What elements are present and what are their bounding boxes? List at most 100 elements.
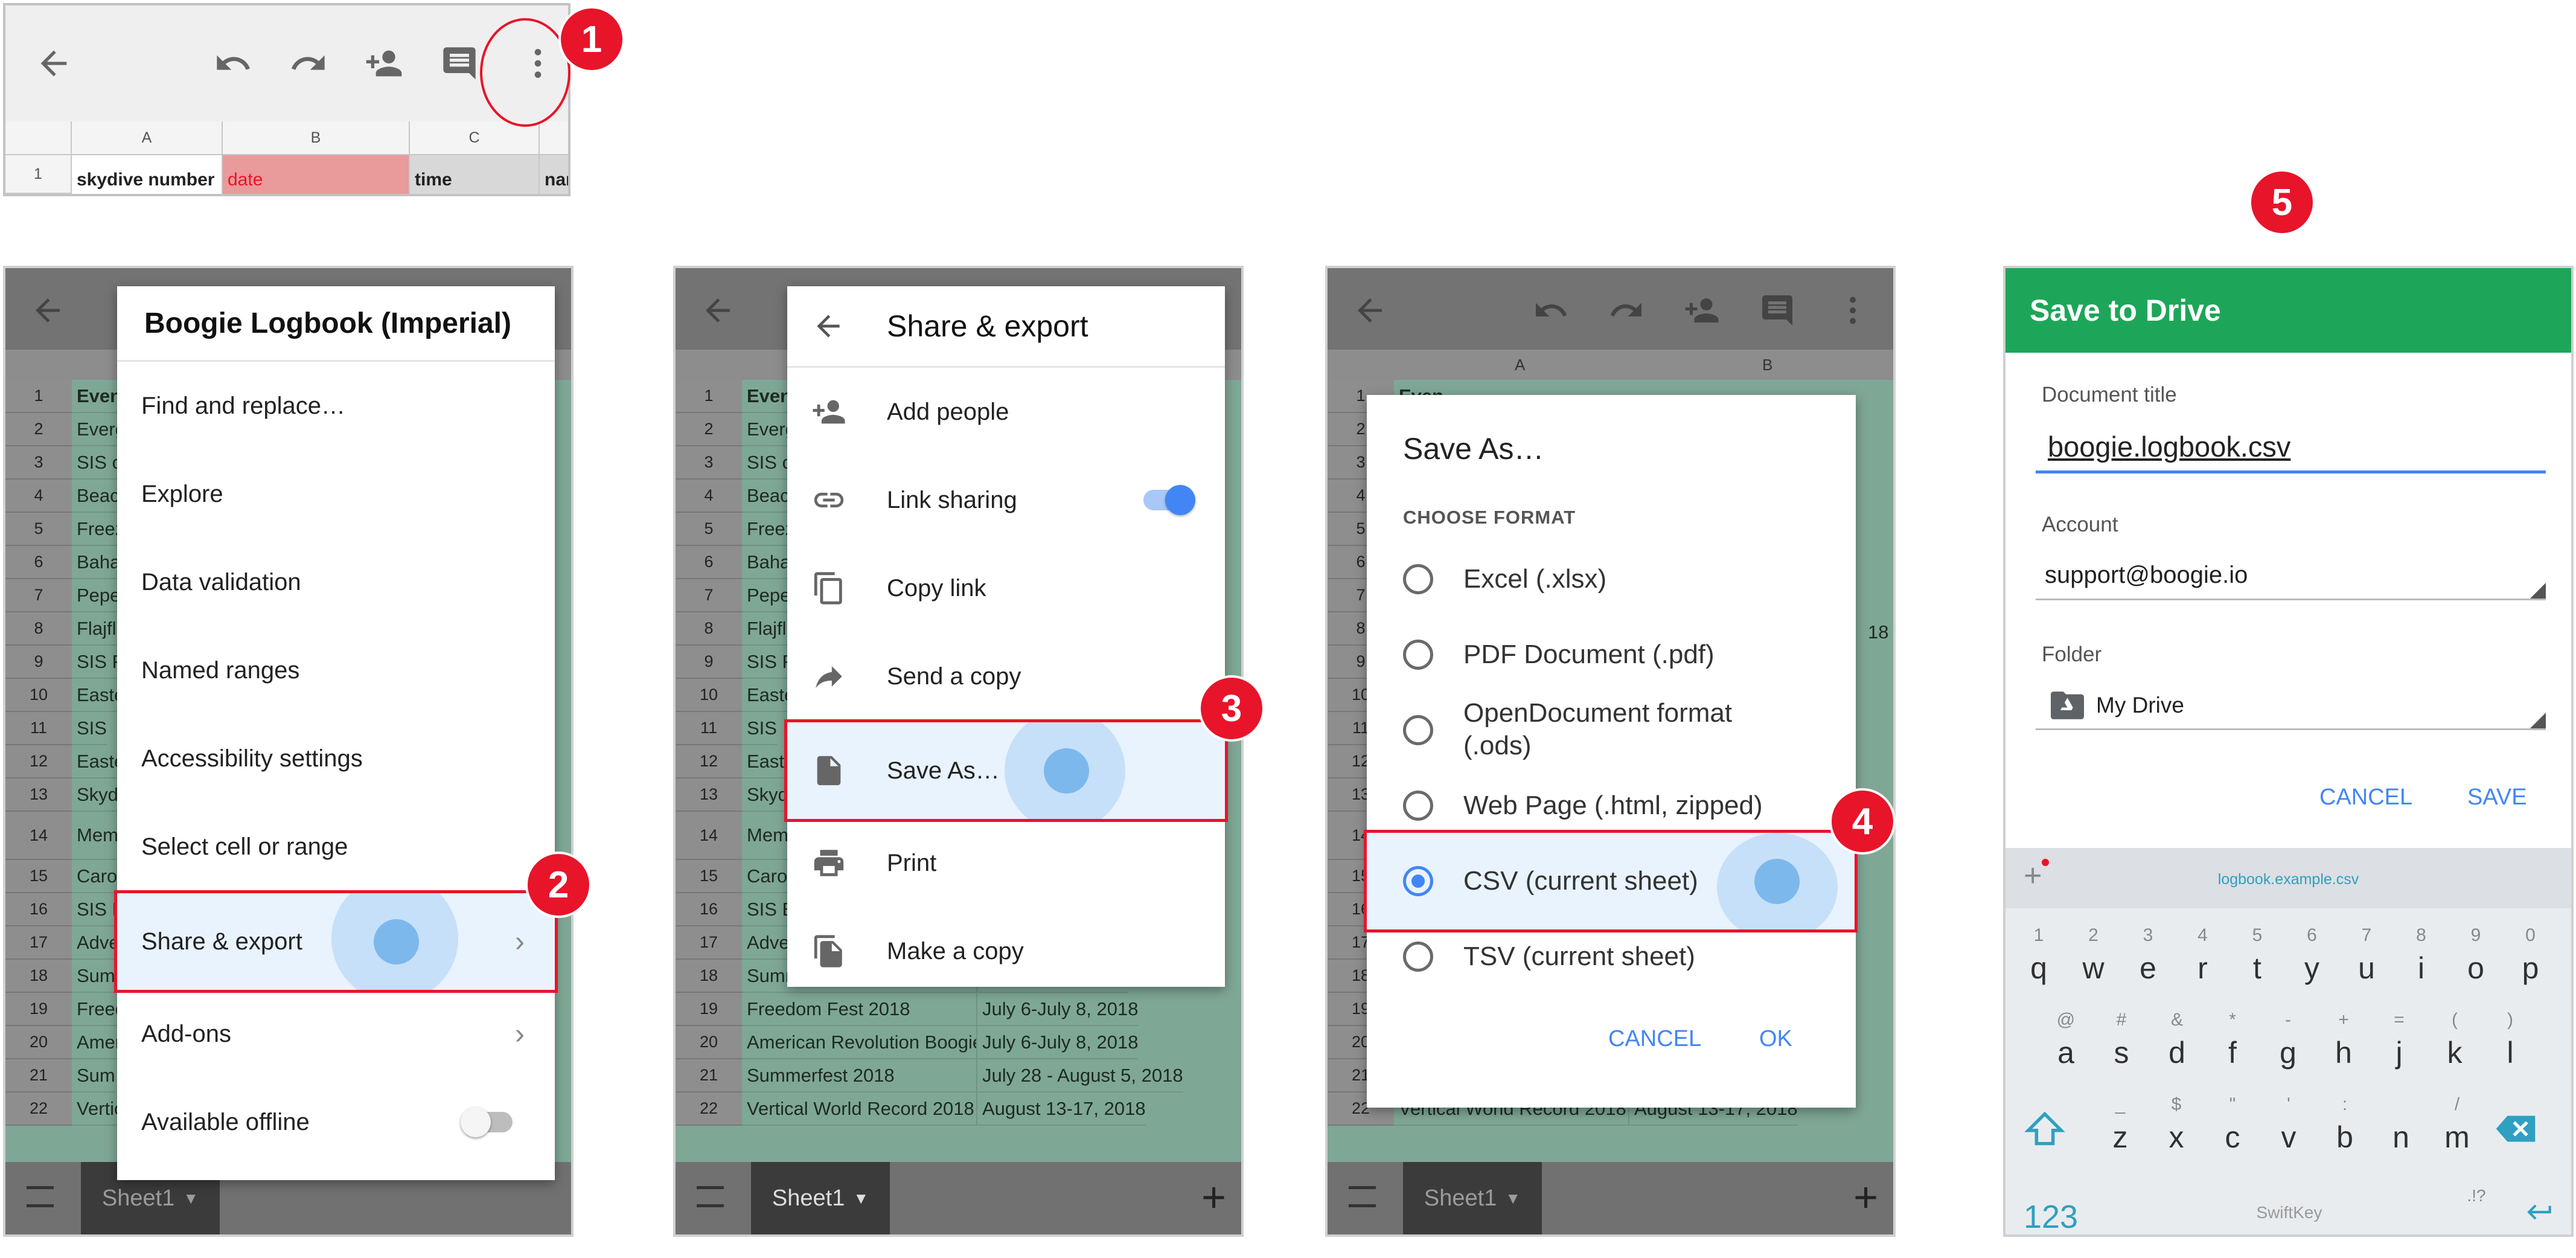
menu-item-make-copy[interactable]: Make a copy xyxy=(787,907,1225,995)
sheet-tab[interactable]: Sheet1 ▼ xyxy=(751,1162,890,1234)
cell-d1[interactable]: nar xyxy=(540,155,568,194)
folder-dropdown[interactable]: My Drive xyxy=(2036,682,2546,730)
menu-item-add-ons[interactable]: Add-ons › xyxy=(117,990,555,1078)
menu-item-named-ranges[interactable]: Named ranges xyxy=(117,626,555,714)
key-label: b xyxy=(2336,1120,2353,1154)
column-header-a[interactable]: A xyxy=(72,121,223,155)
menu-item-print[interactable]: Print xyxy=(787,819,1225,907)
menu-item-link-sharing[interactable]: Link sharing xyxy=(787,456,1225,544)
redo-icon[interactable] xyxy=(289,44,328,83)
sheet-tab[interactable]: Sheet1 ▼ xyxy=(1403,1162,1542,1234)
key-l[interactable]: ) l xyxy=(2483,1010,2537,1070)
comment-icon[interactable] xyxy=(440,44,479,83)
key-t[interactable]: 5t xyxy=(2230,925,2284,986)
space-bar[interactable]: SwiftKey xyxy=(2205,1203,2374,1222)
key-m[interactable]: / m xyxy=(2430,1094,2484,1155)
key-i[interactable]: 8i xyxy=(2394,925,2449,986)
menu-header: Share & export xyxy=(787,286,1225,368)
key-c[interactable]: " c xyxy=(2205,1094,2260,1155)
cell-b1[interactable]: date xyxy=(223,155,410,194)
word-suggestion[interactable]: logbook.example.csv xyxy=(2006,871,2571,888)
panel-save-as-dialog: A B 1Even2Everg3SIS c4Beac5Freez6Baha7Pe… xyxy=(1325,266,1896,1237)
key-j[interactable]: = j xyxy=(2372,1010,2426,1070)
key-p[interactable]: 0p xyxy=(2504,925,2558,986)
radio-csv[interactable] xyxy=(1403,866,1433,896)
radio-html[interactable] xyxy=(1403,791,1433,821)
cancel-button[interactable]: CANCEL xyxy=(2319,785,2412,810)
key-g[interactable]: -g xyxy=(2261,1010,2315,1070)
sheets-list-icon[interactable] xyxy=(697,1186,724,1207)
key-v[interactable]: ' v xyxy=(2261,1094,2316,1155)
key-u[interactable]: 7u xyxy=(2339,925,2394,986)
cell-c1[interactable]: time xyxy=(410,155,540,194)
link-sharing-toggle[interactable] xyxy=(1143,485,1195,515)
key-label: m xyxy=(2444,1120,2470,1154)
key-y[interactable]: 6y xyxy=(2285,925,2339,986)
key-b[interactable]: :b xyxy=(2318,1094,2372,1155)
add-sheet-icon[interactable]: + xyxy=(1853,1173,1878,1221)
back-arrow-icon[interactable] xyxy=(811,309,845,343)
menu-item-share-export[interactable]: Share & export › xyxy=(114,890,558,993)
menu-item-explore[interactable]: Explore xyxy=(117,450,555,538)
document-title-input[interactable]: boogie.logbook.csv xyxy=(2036,422,2546,473)
key-label: s xyxy=(2114,1036,2129,1070)
key-a[interactable]: @ a xyxy=(2039,1010,2093,1070)
option-csv-row[interactable]: CSV (current sheet) xyxy=(1364,830,1858,932)
key-n[interactable]: n xyxy=(2374,1120,2428,1155)
radio-pdf[interactable] xyxy=(1403,640,1433,670)
spreadsheet-toolbar-snippet: A B C 1 skydive number date time nar xyxy=(3,3,570,196)
add-person-icon[interactable] xyxy=(365,44,403,83)
cell-a1[interactable]: skydive number xyxy=(72,155,223,194)
offline-toggle[interactable] xyxy=(461,1107,513,1137)
account-dropdown[interactable]: support@boogie.io xyxy=(2036,552,2546,600)
key-s[interactable]: # s xyxy=(2094,1010,2149,1070)
add-sheet-icon[interactable]: + xyxy=(1201,1173,1226,1221)
ok-button[interactable]: OK xyxy=(1759,1026,1792,1052)
cancel-button[interactable]: CANCEL xyxy=(1608,1026,1701,1052)
numbers-key[interactable]: 123 xyxy=(2015,1198,2087,1234)
row-header-1[interactable]: 1 xyxy=(5,155,72,194)
enter-icon[interactable] xyxy=(2525,1197,2555,1227)
key-d[interactable]: & d xyxy=(2150,1010,2204,1070)
key-e[interactable]: 3e xyxy=(2121,925,2175,986)
key-r[interactable]: 4r xyxy=(2176,925,2230,986)
key-f[interactable]: * f xyxy=(2205,1010,2260,1070)
key-alt-label: - xyxy=(2285,1010,2291,1030)
key-w[interactable]: 2w xyxy=(2066,925,2121,986)
menu-item-add-people[interactable]: Add people xyxy=(787,368,1225,456)
key-q[interactable]: 1q xyxy=(2012,925,2066,986)
menu-item-accessibility[interactable]: Accessibility settings xyxy=(117,714,555,803)
key-alt-label: " xyxy=(2229,1094,2236,1114)
backspace-icon[interactable] xyxy=(2495,1114,2537,1144)
sheets-list-icon[interactable] xyxy=(1349,1186,1376,1207)
key-z[interactable]: _ z xyxy=(2093,1094,2147,1155)
document-title: Boogie Logbook (Imperial) xyxy=(144,307,511,339)
key-label: a xyxy=(2057,1036,2074,1070)
row-cell: Carol xyxy=(742,860,792,893)
menu-item-send-copy[interactable]: Send a copy xyxy=(787,632,1225,720)
shift-icon[interactable] xyxy=(2024,1111,2066,1147)
key-label: e xyxy=(2140,951,2156,985)
key-h[interactable]: + h xyxy=(2316,1010,2371,1070)
menu-item-copy-link[interactable]: Copy link xyxy=(787,544,1225,632)
column-header-d[interactable] xyxy=(540,121,568,155)
punctuation-key[interactable]: .!? xyxy=(2452,1186,2501,1205)
menu-item-data-validation[interactable]: Data validation xyxy=(117,538,555,626)
radio-xlsx[interactable] xyxy=(1403,564,1433,594)
row-cell: Even xyxy=(72,380,122,413)
menu-item-available-offline[interactable]: Available offline xyxy=(117,1078,555,1166)
undo-icon[interactable] xyxy=(214,44,252,83)
radio-ods[interactable] xyxy=(1403,715,1433,745)
key-x[interactable]: $ x xyxy=(2149,1094,2204,1155)
radio-tsv[interactable] xyxy=(1403,942,1433,972)
menu-item-select-range[interactable]: Select cell or range xyxy=(117,803,555,891)
key-k[interactable]: (k xyxy=(2427,1010,2482,1070)
sheets-list-icon[interactable] xyxy=(27,1186,54,1207)
column-header-b[interactable]: B xyxy=(223,121,410,155)
panel-share-export: 1 Even 2 Everg 3 SIS c 4 Beac 5 Freez 6 Baha 7 Pepe 8 F… xyxy=(673,266,1244,1237)
back-arrow-icon[interactable] xyxy=(34,44,73,83)
menu-item-save-as[interactable]: Save As… xyxy=(784,719,1228,822)
menu-item-find-replace[interactable]: Find and replace… xyxy=(117,362,555,450)
save-button[interactable]: SAVE xyxy=(2467,785,2527,810)
key-o[interactable]: 9o xyxy=(2449,925,2503,986)
